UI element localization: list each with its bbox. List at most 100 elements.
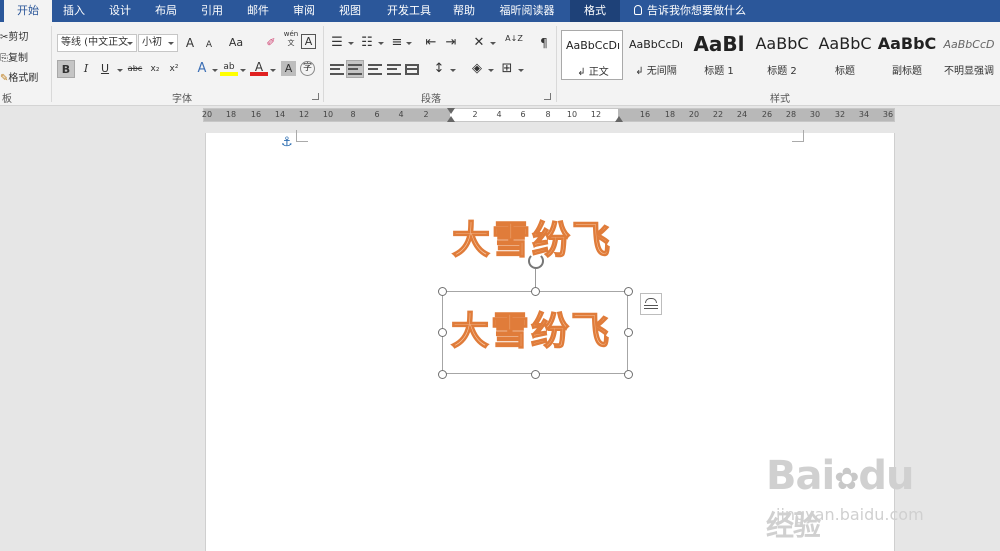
resize-handle-bottom-left[interactable]	[437, 369, 447, 379]
copy-button[interactable]: ⎘复制	[0, 49, 28, 64]
ruler-tick: 4	[398, 110, 404, 119]
tab-format[interactable]: 格式	[570, 0, 620, 22]
multilevel-list-icon[interactable]: ≡	[388, 34, 406, 52]
tab-layout[interactable]: 布局	[146, 0, 186, 22]
resize-handle-right[interactable]	[623, 327, 633, 337]
style-heading-2[interactable]: AaBbC 标题 2	[751, 30, 813, 80]
italic-button[interactable]: I	[77, 60, 95, 78]
tab-foxit-reader[interactable]: 福昕阅读器	[490, 0, 564, 22]
cut-button[interactable]: ✂剪切	[0, 28, 28, 43]
show-marks-icon[interactable]: ¶	[535, 34, 553, 52]
first-line-indent-marker[interactable]	[447, 108, 455, 114]
increase-indent-icon[interactable]: ⇥	[442, 34, 460, 52]
line-spacing-icon[interactable]: ↕	[430, 60, 448, 78]
hanging-indent-marker[interactable]	[447, 116, 455, 122]
style-heading-1[interactable]: AaBl 标题 1	[688, 30, 750, 80]
ruler-tick: 22	[712, 110, 724, 119]
horizontal-ruler[interactable]: 20 18 16 14 12 10 8 6 4 2 2 4 6 8 10 12 …	[202, 108, 895, 122]
rotate-handle-icon[interactable]	[528, 253, 544, 269]
tab-design[interactable]: 设计	[100, 0, 140, 22]
style-normal[interactable]: AaBbCcDı ↲ 正文	[561, 30, 623, 80]
grow-font-button[interactable]: A	[181, 34, 199, 52]
document-page[interactable]: ⚓ 大雪纷飞 大雪纷飞 Bai✿du经验 jingyan.baidu.com	[205, 130, 924, 551]
ruler-tick: 10	[322, 110, 334, 119]
ruler-tick: 16	[250, 110, 262, 119]
chevron-down-icon	[270, 69, 276, 72]
ruler-tick: 2	[472, 110, 478, 119]
borders-icon[interactable]: ⊞	[498, 60, 516, 78]
subscript-button[interactable]: x₂	[146, 60, 164, 78]
tab-home[interactable]: 开始	[4, 0, 52, 22]
decrease-indent-icon[interactable]: ⇤	[422, 34, 440, 52]
chinese-layout-icon[interactable]: ✕	[470, 34, 488, 52]
clear-formatting-icon[interactable]: ✐	[262, 34, 280, 52]
enclose-characters-button[interactable]: 字	[300, 61, 315, 76]
resize-handle-top-right[interactable]	[623, 286, 633, 296]
numbering-icon[interactable]: ☷	[358, 34, 376, 52]
align-center-button[interactable]	[346, 60, 364, 78]
align-left-icon[interactable]	[330, 64, 344, 75]
tab-developer[interactable]: 开发工具	[378, 0, 440, 22]
shading-bucket-icon[interactable]: ◈	[468, 60, 486, 78]
resize-handle-top[interactable]	[530, 286, 540, 296]
sort-button[interactable]: A↓Z	[505, 34, 523, 52]
shrink-font-button[interactable]: A	[200, 36, 218, 54]
ruler-tick: 12	[298, 110, 310, 119]
ruler-tick: 8	[545, 110, 551, 119]
tab-help[interactable]: 帮助	[444, 0, 484, 22]
style-no-spacing[interactable]: AaBbCcDı ↲ 无间隔	[625, 30, 687, 80]
resize-handle-left[interactable]	[437, 327, 447, 337]
style-subtle-emphasis[interactable]: AaBbCcD 不明显强调	[938, 30, 1000, 80]
paragraph-group-label: 段落	[421, 94, 441, 105]
underline-button[interactable]: U	[96, 60, 114, 78]
distributed-icon[interactable]	[405, 64, 419, 75]
chevron-down-icon	[378, 42, 384, 45]
dialog-launcher-icon[interactable]	[312, 93, 319, 100]
right-indent-marker[interactable]	[615, 116, 623, 122]
layout-options-button[interactable]	[640, 293, 662, 315]
ruler-tick: 10	[566, 110, 578, 119]
tell-me-search[interactable]: 告诉我你想要做什么	[634, 0, 746, 22]
strikethrough-button[interactable]: abc	[125, 60, 145, 78]
bullets-icon[interactable]: ☰	[328, 34, 346, 52]
font-family-select[interactable]: 等线 (中文正文	[57, 34, 137, 52]
format-painter-button[interactable]: ✎格式刷	[0, 69, 38, 84]
resize-handle-bottom[interactable]	[530, 369, 540, 379]
style-title[interactable]: AaBbC 标题	[814, 30, 876, 80]
layout-options-line	[644, 308, 658, 309]
phonetic-guide-button[interactable]: wén 文	[282, 30, 300, 48]
change-case-button[interactable]: Aa	[224, 34, 248, 52]
margin-corner-mark	[792, 130, 804, 142]
chevron-down-icon	[490, 42, 496, 45]
align-right-icon[interactable]	[368, 64, 382, 75]
chevron-down-icon	[117, 69, 123, 72]
resize-handle-bottom-right[interactable]	[623, 369, 633, 379]
wordart-text-box[interactable]: 大雪纷飞	[442, 291, 628, 374]
style-name: ↲ 无间隔	[635, 66, 677, 77]
superscript-button[interactable]: x²	[165, 60, 183, 78]
justify-icon[interactable]	[387, 64, 401, 75]
ruler-tick: 36	[882, 110, 894, 119]
character-shading-button[interactable]: A	[281, 61, 296, 76]
text-effects-button[interactable]: A	[193, 60, 211, 78]
font-color-button[interactable]: A	[250, 58, 268, 76]
tab-insert[interactable]: 插入	[54, 0, 94, 22]
chevron-down-icon	[518, 69, 524, 72]
font-group-label: 字体	[172, 94, 192, 105]
tab-review[interactable]: 审阅	[284, 0, 324, 22]
style-subtitle[interactable]: AaBbC 副标题	[876, 30, 938, 80]
highlight-button[interactable]: ab	[220, 58, 238, 76]
tab-mailings[interactable]: 邮件	[238, 0, 278, 22]
tab-references[interactable]: 引用	[192, 0, 232, 22]
tab-view[interactable]: 视图	[330, 0, 370, 22]
bold-button[interactable]: B	[57, 60, 75, 78]
chevron-down-icon	[406, 42, 412, 45]
character-border-button[interactable]: A	[301, 34, 316, 49]
resize-handle-top-left[interactable]	[437, 286, 447, 296]
dialog-launcher-icon[interactable]	[544, 93, 551, 100]
wordart-text-selected[interactable]: 大雪纷飞	[450, 308, 611, 353]
format-painter-label: 格式刷	[8, 73, 39, 84]
style-name: 标题	[835, 66, 855, 77]
chevron-down-icon	[240, 69, 246, 72]
anchor-icon[interactable]: ⚓	[281, 135, 293, 150]
